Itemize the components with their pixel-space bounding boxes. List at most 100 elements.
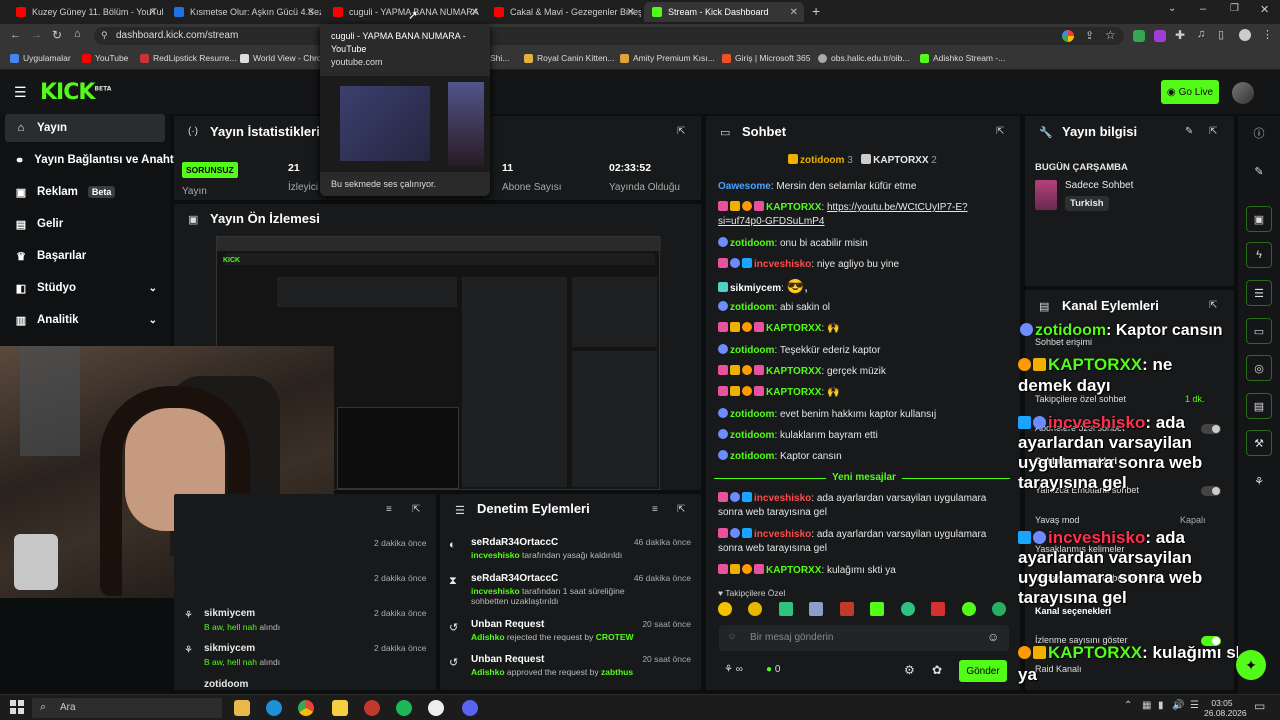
notification-icon[interactable]: ▭ xyxy=(1254,699,1265,713)
kick-logo[interactable]: KICKBETA xyxy=(40,80,111,105)
browser-tab-active[interactable]: Stream - Kick Dashboard ✕ xyxy=(644,2,804,22)
chat-icon[interactable]: ▭ xyxy=(1246,318,1272,344)
info-icon[interactable]: ⓘ xyxy=(1246,120,1272,146)
emote-icon[interactable] xyxy=(778,602,793,616)
broadcast-icon[interactable]: ◎ xyxy=(1246,355,1272,381)
media-icon[interactable]: ♫ xyxy=(1197,28,1205,40)
bookmark-item[interactable]: Royal Canin Kitten... xyxy=(524,53,614,63)
menu-icon[interactable]: ⋮ xyxy=(1262,28,1273,41)
new-tab-button[interactable]: + xyxy=(812,3,820,19)
sidebar-item-stream[interactable]: ⌂ Yayın xyxy=(5,114,165,142)
mic-icon[interactable]: ▮ xyxy=(1158,700,1164,711)
go-live-button[interactable]: ◉ Go Live xyxy=(1161,80,1219,104)
discord-icon[interactable] xyxy=(462,700,478,716)
site-info-icon[interactable]: ⚲ xyxy=(101,30,108,41)
bot-icon[interactable]: ✿ xyxy=(932,663,942,677)
emote-icon[interactable] xyxy=(718,602,732,616)
filter-icon[interactable]: ≡ xyxy=(386,504,392,515)
emote-icon[interactable] xyxy=(991,602,1006,616)
wifi-icon[interactable]: ☰ xyxy=(1190,700,1199,711)
extension-icon[interactable] xyxy=(1133,30,1145,42)
sidebar-item-analytics[interactable]: ▥ Analitik ⌄ xyxy=(5,306,165,334)
bookmark-item[interactable]: Adishko Stream -... xyxy=(920,53,1005,63)
emote-icon[interactable] xyxy=(870,602,885,616)
lightning-icon[interactable]: ϟ xyxy=(1246,242,1272,268)
browser-tab[interactable]: Cakal & Mavi - Gezegenler Birleşiyor✕ xyxy=(486,2,641,22)
sidebar-item-ads[interactable]: ▣ Reklam Beta xyxy=(5,178,165,206)
profile-icon[interactable] xyxy=(1239,29,1251,41)
close-icon[interactable]: ✕ xyxy=(627,7,635,18)
browser-tab[interactable]: cuguli - YAPMA BANA NUMARA ✕ xyxy=(325,2,485,22)
emote-icon[interactable] xyxy=(900,602,915,616)
share-icon[interactable]: ⇪ xyxy=(1085,29,1094,42)
kicks-display[interactable]: ● 0 xyxy=(766,664,780,675)
obs-icon[interactable] xyxy=(428,700,444,716)
avatar[interactable] xyxy=(1232,82,1254,104)
sidebar-item-revenue[interactable]: ▤ Gelir xyxy=(5,210,165,238)
browser-tab[interactable]: Kuzey Güney 11. Bölüm - YouTube ✕ xyxy=(8,2,163,22)
app-icon[interactable] xyxy=(364,700,380,716)
list-icon[interactable]: ☰ xyxy=(1246,280,1272,306)
points-display[interactable]: ⚘ ∞ xyxy=(724,664,743,675)
sidebar-item-achievements[interactable]: ♛ Başarılar xyxy=(5,242,165,270)
volume-icon[interactable]: 🔊 xyxy=(1172,700,1184,711)
browser-tab[interactable]: Kısmetse Olur: Aşkın Gücü 4.Sezon ✕ xyxy=(166,2,321,22)
settings-icon[interactable]: ⚙ xyxy=(904,663,915,677)
close-icon[interactable]: ✕ xyxy=(471,7,479,18)
bookmark-item[interactable]: Amity Premium Kısı... xyxy=(620,53,715,63)
chrome-icon[interactable] xyxy=(298,700,314,716)
emote-icon[interactable] xyxy=(809,602,824,616)
sidebar-item-studio[interactable]: ◧ Stüdyo ⌄ xyxy=(5,274,165,302)
bookmark-item[interactable]: World View - Chro... xyxy=(240,53,329,63)
windows-start-icon[interactable] xyxy=(10,700,24,714)
popout-icon[interactable]: ⇱ xyxy=(677,126,685,137)
google-icon[interactable] xyxy=(1062,30,1074,42)
close-icon[interactable]: ✕ xyxy=(149,7,157,18)
app-icon[interactable] xyxy=(332,700,348,716)
close-window-button[interactable]: ✕ xyxy=(1260,3,1269,16)
popout-icon[interactable]: ⇱ xyxy=(1209,126,1217,137)
edge-icon[interactable] xyxy=(266,700,282,716)
popout-icon[interactable]: ⇱ xyxy=(996,126,1004,137)
popout-icon[interactable]: ⇱ xyxy=(1209,300,1217,311)
bookmark-item[interactable]: obs.halic.edu.tr/oib... xyxy=(818,53,909,63)
popout-icon[interactable]: ⇱ xyxy=(412,504,420,515)
file-explorer-icon[interactable] xyxy=(234,700,250,716)
bookmark-apps[interactable]: Uygulamalar xyxy=(10,53,71,63)
video-icon[interactable]: ▣ xyxy=(1246,206,1272,232)
bookmark-star-icon[interactable]: ☆ xyxy=(1105,28,1116,42)
bookmark-item[interactable]: Giriş | Microsoft 365 xyxy=(722,53,810,63)
network-icon[interactable]: ▦ xyxy=(1142,700,1151,711)
wrench-icon[interactable]: ⚒ xyxy=(1246,430,1272,456)
home-icon[interactable]: ⌂ xyxy=(74,28,81,40)
share-icon[interactable]: ⚘ xyxy=(1246,468,1272,494)
puzzle-icon[interactable]: ✚ xyxy=(1175,28,1185,42)
bookmark-item[interactable]: RedLipstick Resurre... xyxy=(140,53,237,63)
close-icon[interactable]: ✕ xyxy=(790,7,798,18)
minimize-button[interactable]: – xyxy=(1200,3,1206,15)
edit-icon[interactable]: ✎ xyxy=(1185,126,1193,137)
sidebar-item-stream-key[interactable]: ⚭ Yayın Bağlantısı ve Anahtarı xyxy=(5,146,175,174)
send-button[interactable]: Gönder xyxy=(959,660,1007,682)
spotify-icon[interactable] xyxy=(396,700,412,716)
extension-icon[interactable] xyxy=(1154,30,1166,42)
maximize-button[interactable]: ❐ xyxy=(1230,3,1239,14)
sidepanel-icon[interactable]: ▯ xyxy=(1218,28,1224,41)
url-input[interactable]: ⚲ dashboard.kick.com/stream xyxy=(94,27,1124,45)
pencil-icon[interactable]: ✎ xyxy=(1246,158,1272,184)
tab-search-icon[interactable]: ⌄ xyxy=(1168,3,1176,14)
hamburger-icon[interactable]: ☰ xyxy=(14,84,27,101)
forward-icon[interactable]: → xyxy=(31,29,42,41)
emote-icon[interactable] xyxy=(931,602,946,616)
fab-button[interactable]: ✦ xyxy=(1236,650,1266,680)
stats-icon[interactable]: ▤ xyxy=(1246,393,1272,419)
popout-icon[interactable]: ⇱ xyxy=(677,504,685,515)
back-icon[interactable]: ← xyxy=(10,29,21,41)
emoji-icon[interactable]: ☺ xyxy=(987,630,999,644)
bookmark-item[interactable]: YouTube xyxy=(82,53,128,63)
clock[interactable]: 03:05 26.08.2026 xyxy=(1204,698,1247,718)
emote-icon[interactable] xyxy=(961,602,976,616)
emote-icon[interactable] xyxy=(748,602,763,616)
emote-icon[interactable] xyxy=(839,602,854,616)
taskbar-search[interactable]: ⌕ Ara xyxy=(32,698,222,718)
